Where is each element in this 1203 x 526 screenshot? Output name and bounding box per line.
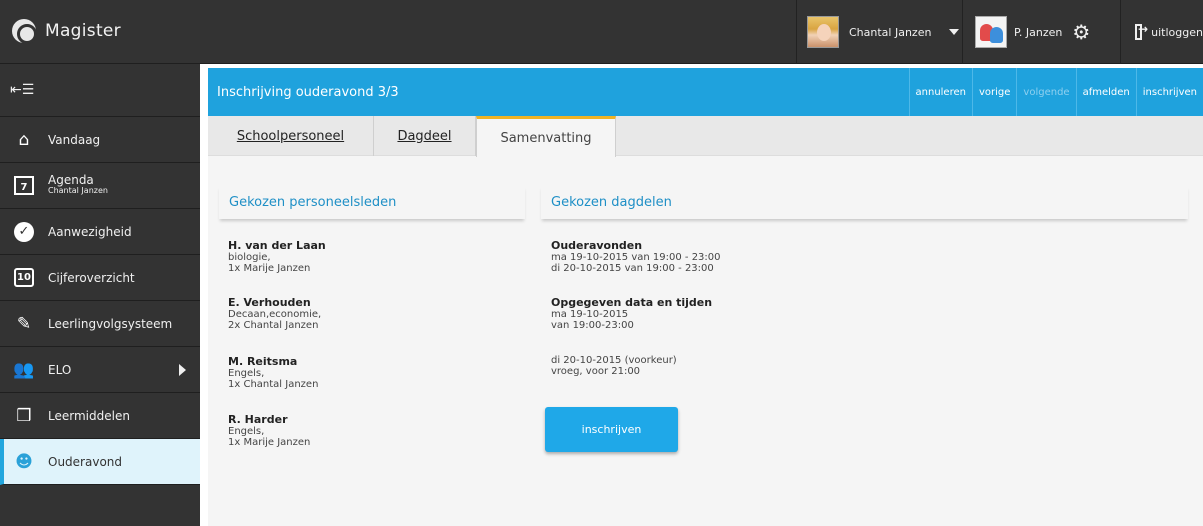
- staff-count: 2x Chantal Janzen: [228, 320, 319, 331]
- list-item: E. Verhouden Decaan,economie, 2x Chantal…: [228, 296, 321, 331]
- notebook-icon: ✎: [16, 313, 32, 334]
- dayparts-heading: Gekozen dagdelen: [541, 186, 1188, 219]
- chevron-right-icon: [179, 364, 186, 376]
- evenings-block: Ouderavonden ma 19-10-2015 van 19:00 - 2…: [551, 239, 721, 274]
- user-avatar: [807, 16, 839, 48]
- magister-logo-icon: [12, 19, 37, 44]
- staff-subject: Decaan,economie,: [228, 309, 322, 320]
- sidebar-item-label: Ouderavond: [48, 454, 123, 469]
- tab-schoolpersoneel[interactable]: Schoolpersoneel: [208, 116, 374, 156]
- main-content: Inschrijving ouderavond 3/3 annuleren vo…: [208, 68, 1203, 526]
- tab-samenvatting[interactable]: Samenvatting: [476, 116, 616, 157]
- parent-name: P. Janzen: [1014, 25, 1063, 39]
- staff-heading: Gekozen personeelsleden: [219, 186, 525, 219]
- sidebar-item-leermiddelen[interactable]: ❒ Leermiddelen: [0, 393, 200, 439]
- collapse-menu-icon[interactable]: ⇤☰: [10, 82, 34, 98]
- sidebar-item-cijferoverzicht[interactable]: 10 Cijferoverzicht: [0, 255, 200, 301]
- sidebar-item-vandaag[interactable]: ⌂ Vandaag: [0, 117, 200, 163]
- subscribe-button[interactable]: inschrijven: [545, 407, 678, 452]
- sidebar: ⇤☰ ⌂ Vandaag 7 Agenda Chantal Janzen ✓ A…: [0, 64, 200, 526]
- logout-label: uitloggen: [1151, 25, 1203, 39]
- books-icon: ❒: [16, 405, 32, 426]
- staff-name: E. Verhouden: [228, 296, 311, 309]
- parent-account[interactable]: P. Janzen ⚙: [962, 0, 1120, 64]
- logout-button[interactable]: uitloggen: [1120, 0, 1203, 64]
- staff-subject: Engels,: [228, 426, 265, 437]
- logout-icon: [1135, 22, 1148, 40]
- staff-count: 1x Marije Janzen: [228, 263, 311, 274]
- sidebar-toggle[interactable]: ⇤☰: [0, 64, 200, 117]
- brand[interactable]: Magister: [12, 19, 121, 44]
- app-title: Magister: [45, 21, 121, 41]
- sidebar-item-elo[interactable]: 👥 ELO: [0, 347, 200, 393]
- page-header: Inschrijving ouderavond 3/3 annuleren vo…: [208, 68, 1203, 116]
- parent-chat-icon: ☻: [15, 451, 33, 472]
- staff-name: R. Harder: [228, 413, 288, 426]
- sidebar-item-aanwezigheid[interactable]: ✓ Aanwezigheid: [0, 209, 200, 255]
- sidebar-item-ouderavond[interactable]: ☻ Ouderavond: [0, 439, 200, 485]
- chevron-down-icon[interactable]: [949, 29, 960, 35]
- given-time: van 19:00-23:00: [551, 320, 634, 331]
- list-item: H. van der Laan biologie, 1x Marije Janz…: [228, 239, 326, 274]
- evening-line: di 20-10-2015 van 19:00 - 23:00: [551, 263, 714, 274]
- given-times-block-2: di 20-10-2015 (voorkeur) vroeg, voor 21:…: [551, 355, 677, 377]
- page-title: Inschrijving ouderavond 3/3: [217, 85, 399, 100]
- given-times-title: Opgegeven data en tijden: [551, 296, 713, 309]
- staff-name: H. van der Laan: [228, 239, 326, 252]
- home-icon: ⌂: [18, 129, 30, 150]
- tab-dagdeel[interactable]: Dagdeel: [374, 116, 476, 156]
- staff-name: M. Reitsma: [228, 355, 298, 368]
- header-actions: annuleren vorige volgende afmelden insch…: [908, 68, 1203, 116]
- unsubscribe-button[interactable]: afmelden: [1075, 68, 1136, 116]
- parent-avatar: [975, 16, 1007, 48]
- evening-line: ma 19-10-2015 van 19:00 - 23:00: [551, 252, 721, 263]
- user-name: Chantal Janzen: [849, 25, 932, 39]
- sidebar-item-label: Leermiddelen: [48, 408, 130, 423]
- given-time: vroeg, voor 21:00: [551, 366, 641, 377]
- sidebar-item-agenda[interactable]: 7 Agenda Chantal Janzen: [0, 163, 200, 209]
- staff-count: 1x Marije Janzen: [228, 437, 311, 448]
- staff-subject: biologie,: [228, 252, 271, 263]
- sidebar-item-label: Vandaag: [48, 132, 101, 147]
- next-button[interactable]: volgende: [1016, 68, 1075, 116]
- given-date: ma 19-10-2015: [551, 309, 629, 320]
- previous-button[interactable]: vorige: [971, 68, 1016, 116]
- cancel-button[interactable]: annuleren: [908, 68, 972, 116]
- sidebar-item-label: Cijferoverzicht: [48, 270, 135, 285]
- user-switcher[interactable]: Chantal Janzen: [796, 0, 962, 64]
- sidebar-item-sublabel: Chantal Janzen: [48, 186, 108, 195]
- staff-count: 1x Chantal Janzen: [228, 379, 319, 390]
- list-item: R. Harder Engels, 1x Marije Janzen: [228, 413, 310, 448]
- evenings-title: Ouderavonden: [551, 239, 643, 252]
- gear-icon[interactable]: ⚙: [1072, 22, 1090, 42]
- list-item: M. Reitsma Engels, 1x Chantal Janzen: [228, 355, 318, 390]
- staff-subject: Engels,: [228, 368, 265, 379]
- top-bar: Magister Chantal Janzen P. Janzen ⚙ uitl…: [0, 0, 1203, 64]
- given-times-block: Opgegeven data en tijden ma 19-10-2015 v…: [551, 296, 712, 331]
- sidebar-item-label: ELO: [48, 362, 72, 377]
- subscribe-header-button[interactable]: inschrijven: [1135, 68, 1203, 116]
- group-icon: 👥: [13, 359, 35, 380]
- check-icon: ✓: [12, 221, 36, 243]
- sidebar-item-leerlingvolgsysteem[interactable]: ✎ Leerlingvolgsysteem: [0, 301, 200, 347]
- given-date: di 20-10-2015 (voorkeur): [551, 355, 677, 366]
- sidebar-item-label: Leerlingvolgsysteem: [48, 316, 173, 331]
- sidebar-item-label: Aanwezigheid: [48, 224, 132, 239]
- tab-bar: Schoolpersoneel Dagdeel Samenvatting: [208, 116, 1203, 157]
- calendar-icon: 7: [12, 175, 36, 197]
- grades-icon: 10: [12, 267, 36, 289]
